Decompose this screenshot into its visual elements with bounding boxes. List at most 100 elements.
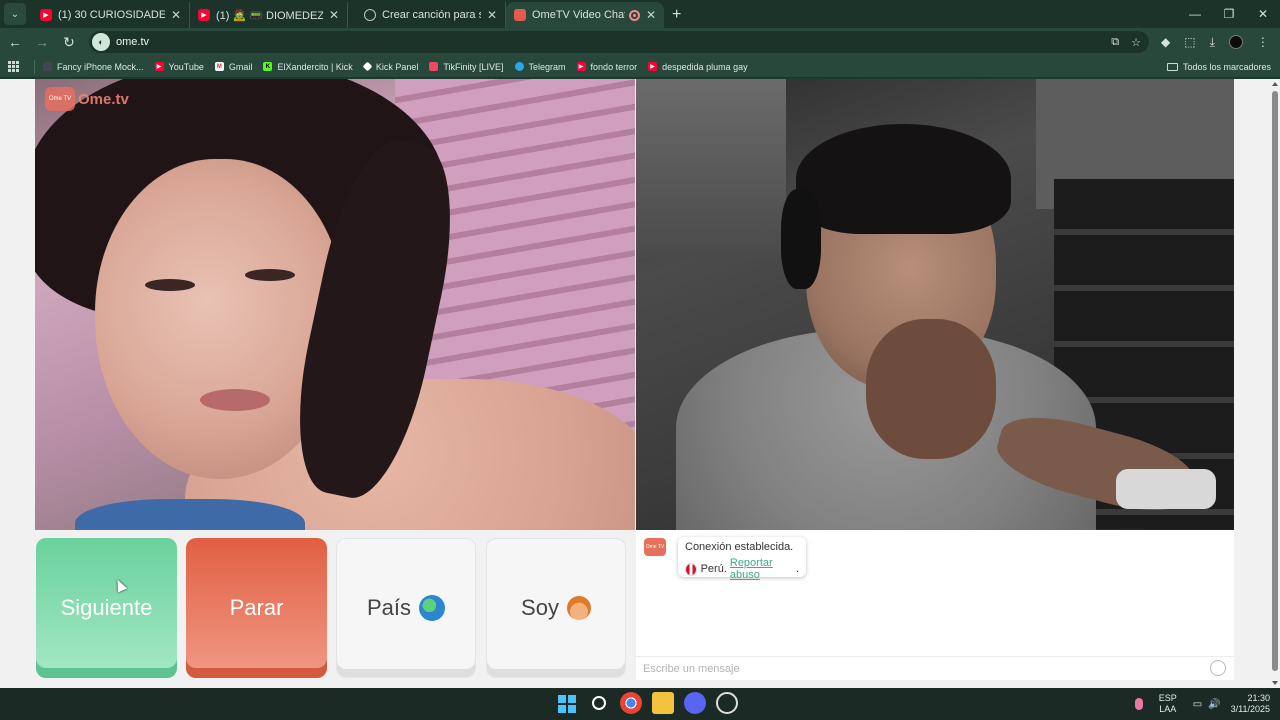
close-icon[interactable]: ✕	[171, 8, 181, 22]
gender-button[interactable]: Soy	[486, 538, 626, 678]
bookmark-star-icon[interactable]: ☆	[1131, 36, 1141, 49]
taskbar-search-button[interactable]	[588, 692, 610, 714]
chrome-icon[interactable]	[620, 692, 642, 714]
bookmark-label: Fancy iPhone Mock...	[57, 61, 144, 72]
tab-1[interactable]: ▶ (1) 30 CURIOSIDADES FLIPANT ✕	[32, 2, 190, 28]
video-shape	[636, 79, 786, 259]
ometv-icon	[514, 9, 526, 21]
bookmark-label: Kick Panel	[375, 61, 419, 72]
headset-shape	[781, 189, 821, 289]
page-scrollbar[interactable]	[1270, 79, 1280, 688]
tab-4-active[interactable]: OmeTV Video Chat — Ome ✕	[506, 2, 664, 28]
download-icon[interactable]: ⤓	[1210, 35, 1215, 50]
video-shape	[75, 499, 305, 530]
display-icon[interactable]: ▭	[1193, 699, 1202, 710]
bookmark-item[interactable]: Fancy iPhone Mock...	[43, 62, 144, 72]
tab-search-button[interactable]: ⌄	[4, 3, 26, 25]
site-info-icon[interactable]: ◐	[92, 33, 110, 51]
reload-icon[interactable]: ↻	[57, 34, 81, 51]
close-window-icon[interactable]: ✕	[1246, 0, 1280, 28]
close-icon[interactable]: ✕	[646, 8, 656, 22]
restore-icon[interactable]: ❐	[1212, 0, 1246, 28]
local-video	[636, 79, 1234, 530]
close-icon[interactable]: ✕	[487, 8, 497, 22]
video-shape	[1116, 469, 1216, 509]
file-explorer-icon[interactable]	[652, 692, 674, 714]
bookmarks-bar: Fancy iPhone Mock... ▶ YouTube M Gmail K El…	[0, 56, 1280, 78]
new-tab-button[interactable]: +	[672, 7, 681, 23]
stop-label: Parar	[229, 595, 284, 620]
diamond-icon	[362, 61, 373, 72]
bookmark-item[interactable]: TikFinity [LIVE]	[429, 61, 504, 72]
time: 21:30	[1247, 693, 1270, 703]
report-abuse-link[interactable]: Reportar abuso	[730, 557, 796, 581]
next-label: Siguiente	[60, 595, 153, 620]
telegram-icon	[514, 62, 524, 71]
bookmark-item[interactable]: Kick Panel	[362, 61, 419, 72]
report-suffix: .	[795, 563, 799, 575]
next-button[interactable]: Siguiente	[36, 538, 177, 678]
scroll-down-icon[interactable]	[1272, 681, 1278, 685]
recording-icon	[628, 9, 640, 21]
emoji-icon[interactable]	[1210, 660, 1226, 676]
bookmark-label: Gmail	[228, 61, 253, 72]
tab-3[interactable]: Crear canción para streamer ✕	[348, 2, 506, 28]
minimize-icon[interactable]: —	[1178, 0, 1212, 28]
back-icon[interactable]: ←	[3, 34, 27, 50]
bookmark-label: fondo terror	[590, 61, 638, 72]
partner-country: Perú.	[700, 563, 727, 575]
tab-2[interactable]: ▶ (1) 🧟 📟 DIOMEDEZ | BLESSD ✕	[190, 2, 348, 28]
video-shape	[145, 279, 195, 291]
tab-strip: ⌄ ▶ (1) 30 CURIOSIDADES FLIPANT ✕ ▶ (1) …	[0, 0, 1280, 28]
language-indicator[interactable]: ESP LAA	[1159, 693, 1177, 715]
globe-icon	[364, 9, 376, 21]
address-bar[interactable]: ◐ ome.tv ⧉ ☆	[89, 31, 1149, 53]
country-button[interactable]: País	[336, 538, 476, 678]
lang-code: ESP	[1158, 693, 1177, 703]
ometv-chat-icon: Ome TV	[644, 538, 666, 556]
bookmark-label: ElXandercito | Kick	[277, 61, 353, 72]
tab-title: OmeTV Video Chat — Ome	[532, 9, 625, 21]
logo-text: Ome.tv	[78, 90, 129, 108]
clock[interactable]: 21:30 3/11/2025	[1231, 693, 1270, 715]
video-shape	[200, 389, 270, 411]
bookmark-item[interactable]: ▶ fondo terror	[576, 61, 638, 72]
app-icon[interactable]	[716, 692, 738, 714]
message-input[interactable]: Escribe un mensaje	[636, 656, 1234, 680]
menu-icon[interactable]: ⋮	[1257, 35, 1269, 49]
youtube-icon: ▶	[648, 62, 658, 71]
bookmark-item[interactable]: Telegram	[514, 62, 566, 72]
apps-grid-icon[interactable]	[8, 60, 20, 73]
folder-icon	[1166, 62, 1178, 71]
bookmark-item[interactable]: ▶ despedida pluma gay	[648, 62, 748, 72]
close-icon[interactable]: ✕	[329, 8, 339, 22]
bookmark-item[interactable]: K ElXandercito | Kick	[263, 61, 353, 72]
search-icon	[592, 696, 606, 710]
profile-avatar[interactable]	[1228, 35, 1243, 49]
discord-icon[interactable]	[684, 692, 706, 714]
all-bookmarks[interactable]: Todos los marcadores	[1166, 61, 1271, 72]
ometv-page: Ome TV Ome.tv Siguiente Parar País Soy O…	[0, 79, 1280, 688]
scroll-up-icon[interactable]	[1272, 82, 1278, 86]
windows-start-icon[interactable]	[556, 692, 578, 714]
volume-icon[interactable]: 🔊	[1208, 699, 1220, 710]
video-shape	[245, 269, 295, 281]
stop-button[interactable]: Parar	[186, 538, 327, 678]
extensions-puzzle-icon[interactable]: ⬚	[1184, 35, 1195, 49]
bookmark-item[interactable]: M Gmail	[214, 61, 253, 72]
scroll-thumb[interactable]	[1272, 91, 1278, 671]
extension-icon[interactable]: ◆	[1161, 35, 1170, 49]
bookmark-item[interactable]: ▶ YouTube	[154, 62, 204, 72]
tab-title: Crear canción para streamer	[382, 9, 481, 21]
forward-icon[interactable]: →	[30, 34, 54, 50]
microphone-icon[interactable]	[1134, 698, 1143, 710]
youtube-icon: ▶	[198, 9, 210, 21]
tab-title: (1) 🧟 📟 DIOMEDEZ | BLESSD	[216, 9, 323, 22]
all-bookmarks-label: Todos los marcadores	[1182, 61, 1271, 72]
globe-icon	[419, 595, 446, 621]
date: 3/11/2025	[1230, 704, 1270, 714]
bookmark-label: TikFinity [LIVE]	[443, 61, 504, 72]
divider	[34, 59, 35, 74]
connection-status: Conexión establecida.	[685, 541, 794, 553]
cast-icon[interactable]: ⧉	[1111, 36, 1119, 49]
